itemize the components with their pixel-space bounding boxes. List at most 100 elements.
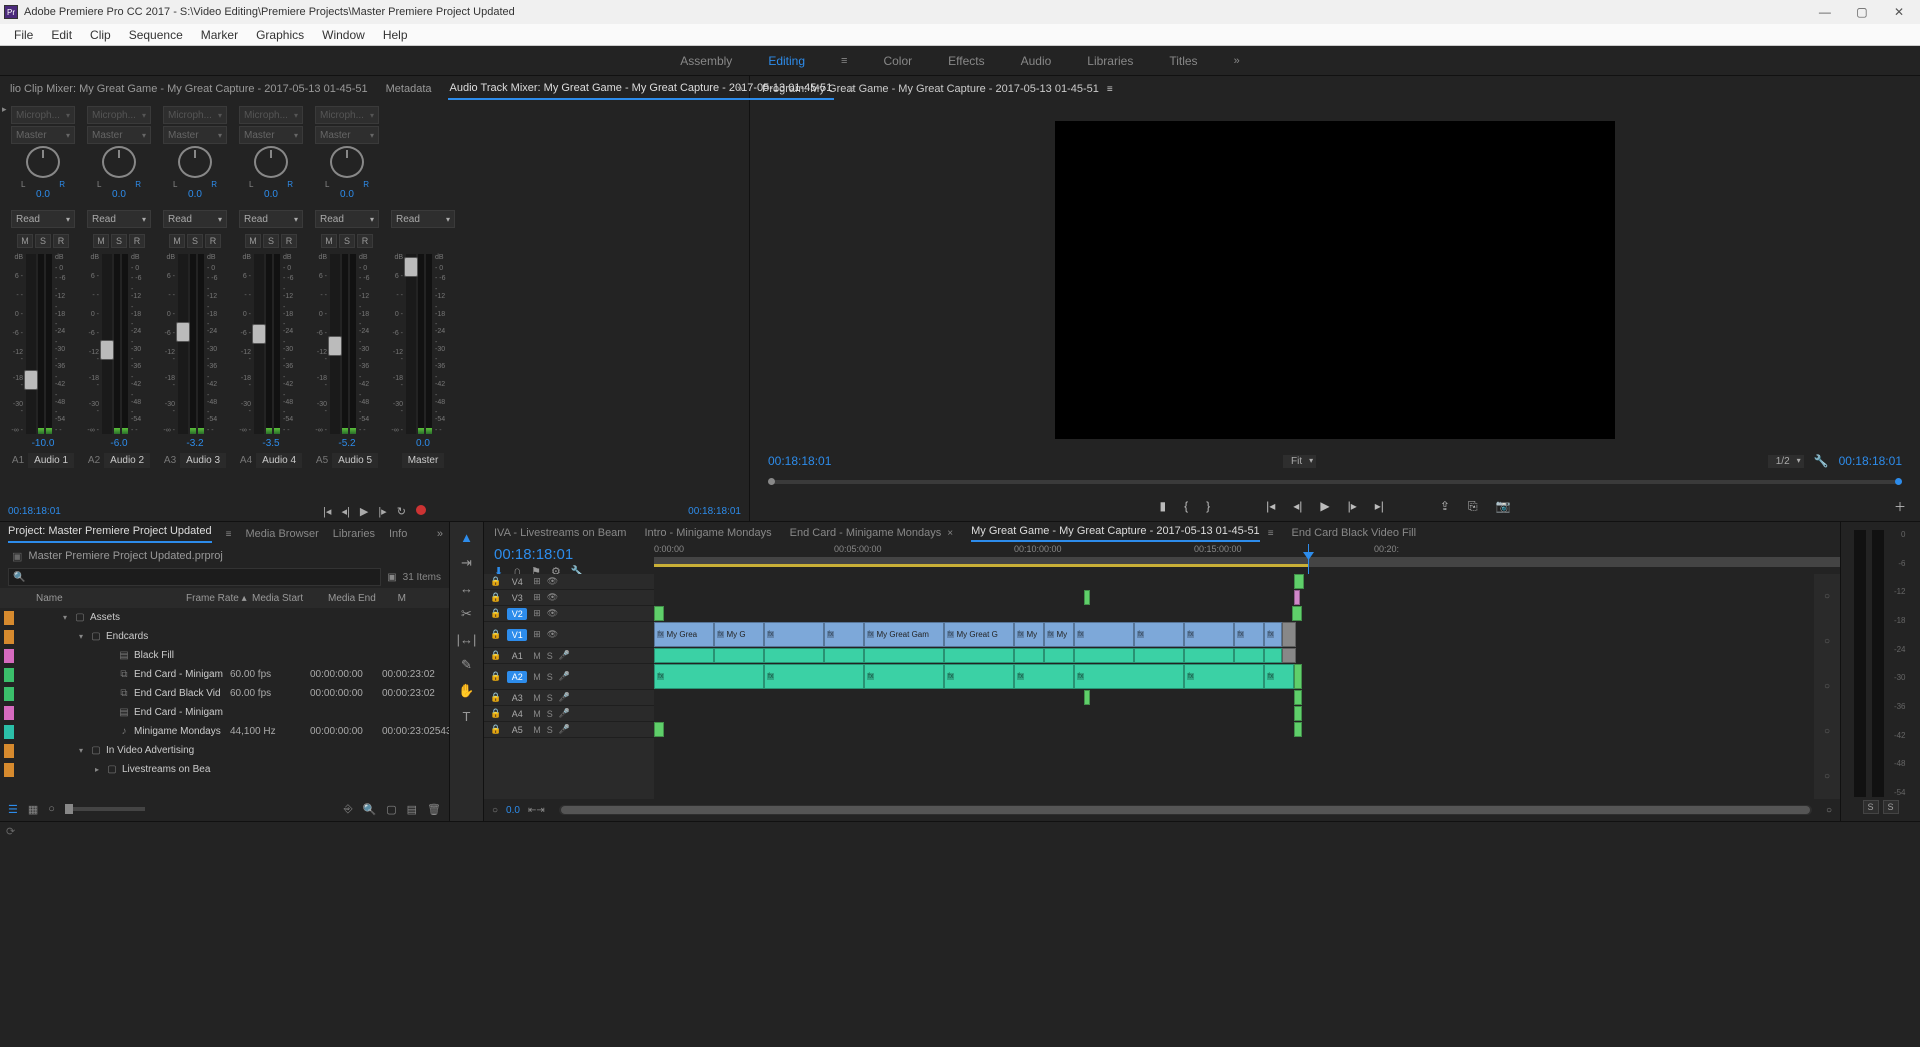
tab-project[interactable]: Project: Master Premiere Project Updated [8,525,212,543]
fx-badge-icon[interactable]: fx [767,631,774,638]
timeline-collapse-icon[interactable]: ⇤⇥ [528,805,545,816]
mute-button[interactable]: M [169,234,185,248]
track-select-tool-icon[interactable]: ⇥ [461,555,472,571]
solo-l-button[interactable]: S [1863,800,1879,814]
mark-in-icon[interactable]: ▮ [1159,499,1166,513]
timeline-clip[interactable] [654,606,664,621]
fader[interactable] [102,254,112,434]
item-name[interactable]: End Card - Minigam [134,707,223,718]
program-video[interactable] [1055,121,1615,439]
disclosure-arrow-icon[interactable]: ▾ [76,632,86,641]
item-name[interactable]: Assets [90,612,120,623]
timeline-clip[interactable]: fxMy Grea [654,622,714,647]
disclosure-arrow-icon[interactable]: ▾ [76,746,86,755]
timeline-clip[interactable] [1294,574,1304,589]
automation-dropdown[interactable]: Read▾ [87,210,151,228]
seq-tab-4[interactable]: End Card Black Video Fill [1292,527,1417,539]
timeline-clip[interactable] [1234,648,1264,663]
label-swatch[interactable] [4,725,14,739]
project-row[interactable]: ♪ Minigame Mondays 44,100 Hz 00:00:00:00… [0,722,449,741]
timeline-ruler[interactable]: 0:00:0000:05:00:0000:10:00:0000:15:00:00… [654,544,1840,572]
seq-tab-3[interactable]: My Great Game - My Great Capture - 2017-… [971,525,1260,542]
mute-button[interactable]: M [533,672,541,682]
project-row[interactable]: ▾ ▢ Endcards [0,627,449,646]
timeline-clip[interactable] [1184,648,1234,663]
timeline-clip[interactable] [764,648,824,663]
fx-badge-icon[interactable]: fx [657,673,664,680]
seq-tab-1[interactable]: Intro - Minigame Mondays [644,527,771,539]
track-header-A1[interactable]: 🔒 A1 MS🎤 [484,648,654,664]
solo-button[interactable]: S [35,234,51,248]
fx-badge-icon[interactable]: fx [1187,673,1194,680]
fx-badge-icon[interactable]: fx [1187,631,1194,638]
channel-input-dropdown[interactable]: Microph...▾ [239,106,303,124]
fader[interactable] [330,254,340,434]
project-overflow-icon[interactable]: » [437,528,443,540]
tab-info[interactable]: Info [389,528,407,540]
fader-handle[interactable] [100,340,114,360]
lock-icon[interactable]: 🔒 [490,724,501,735]
lock-icon[interactable]: 🔒 [490,608,501,619]
track-target[interactable]: A2 [507,671,527,683]
fader-handle[interactable] [24,370,38,390]
mixer-tab-menu-icon[interactable]: ≡ [848,84,854,95]
label-swatch[interactable] [4,611,14,625]
fx-badge-icon[interactable]: fx [947,631,954,638]
icon-view-icon[interactable]: ▦ [28,803,38,816]
sync-lock-icon[interactable]: ⊞ [533,608,541,619]
mute-button[interactable]: M [533,693,541,703]
fx-badge-icon[interactable]: fx [947,673,954,680]
col-m[interactable]: M [392,593,406,604]
timeline-clip[interactable]: fx [1184,622,1234,647]
track-target[interactable]: A3 [507,692,527,704]
pan-knob[interactable] [254,146,288,178]
label-swatch[interactable] [4,763,14,777]
solo-button[interactable]: S [547,693,553,703]
menu-file[interactable]: File [6,26,41,44]
menu-window[interactable]: Window [314,26,373,44]
fader-handle[interactable] [328,336,342,356]
lock-icon[interactable]: 🔒 [490,671,501,682]
find-icon[interactable]: 🔍 [363,803,377,816]
seq-tab-0[interactable]: IVA - Livestreams on Beam [494,527,626,539]
workspace-titles[interactable]: Titles [1169,54,1197,68]
mute-button[interactable]: M [533,709,541,719]
project-row[interactable]: ▸ ▢ Livestreams on Bea [0,760,449,779]
record-button[interactable]: R [129,234,145,248]
track-header-V3[interactable]: 🔒 V3 ⊞👁 [484,590,654,606]
record-button[interactable]: R [53,234,69,248]
minimize-button[interactable]: — [1808,5,1842,19]
channel-output-dropdown[interactable]: Master▾ [11,126,75,144]
channel-output-dropdown[interactable]: Master▾ [315,126,379,144]
project-row[interactable]: ▾ ▢ In Video Advertising [0,741,449,760]
channel-name[interactable]: Audio 3 [180,453,226,468]
fader-handle[interactable] [176,322,190,342]
timeline-clip[interactable]: fxMy Great Gam [864,622,944,647]
lock-icon[interactable]: 🔒 [490,629,501,640]
timeline-clip[interactable]: fx [1264,622,1282,647]
channel-input-dropdown[interactable]: Microph...▾ [11,106,75,124]
timeline-clip[interactable] [654,722,664,737]
pan-knob[interactable] [178,146,212,178]
track-header-A5[interactable]: 🔒 A5 MS🎤 [484,722,654,738]
toggle-track-icon[interactable]: 👁 [547,629,558,640]
sync-lock-icon[interactable]: ⊞ [533,629,541,640]
automation-dropdown[interactable]: Read▾ [11,210,75,228]
play-icon[interactable]: ▶ [1320,499,1329,513]
bracket-out-icon[interactable]: } [1206,499,1210,513]
timeline-clip[interactable]: fxMy Great G [944,622,1014,647]
menu-graphics[interactable]: Graphics [248,26,312,44]
track-header-V1[interactable]: 🔒 V1 ⊞👁 [484,622,654,648]
fader[interactable] [26,254,36,434]
voiceover-icon[interactable]: 🎤 [559,692,570,703]
timeline-clip[interactable] [864,648,944,663]
track-header-A4[interactable]: 🔒 A4 MS🎤 [484,706,654,722]
program-fit-dropdown[interactable]: Fit [1283,455,1316,468]
project-row[interactable]: ⧉ End Card Black Vid 60.00 fps 00:00:00:… [0,684,449,703]
hand-tool-icon[interactable]: ✋ [458,683,474,699]
timeline-clip[interactable] [1292,606,1302,621]
col-name[interactable]: Name [36,593,186,604]
channel-output-dropdown[interactable]: Master▾ [239,126,303,144]
disclosure-arrow-icon[interactable]: ▸ [92,765,102,774]
project-row[interactable]: ⧉ End Card - Minigam 60.00 fps 00:00:00:… [0,665,449,684]
